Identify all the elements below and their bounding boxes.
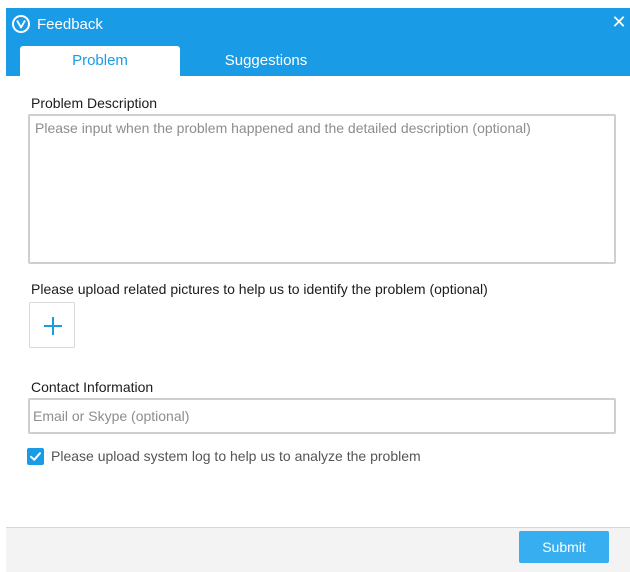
plus-icon <box>44 317 62 335</box>
upload-pictures-label: Please upload related pictures to help u… <box>31 281 488 297</box>
add-picture-button[interactable] <box>29 302 75 348</box>
checkmark-icon <box>30 452 41 461</box>
title-bar: Feedback ✕ Problem Suggestions <box>6 8 630 76</box>
close-icon[interactable]: ✕ <box>610 13 628 31</box>
problem-description-field[interactable] <box>28 114 616 264</box>
window-title: Feedback <box>37 16 103 33</box>
system-log-checkbox[interactable] <box>27 448 44 465</box>
submit-button[interactable]: Submit <box>519 531 609 563</box>
tab-problem[interactable]: Problem <box>20 46 180 76</box>
tab-suggestions[interactable]: Suggestions <box>186 46 346 76</box>
feedback-dialog: Feedback ✕ Problem Suggestions Problem D… <box>6 8 630 572</box>
problem-description-label: Problem Description <box>31 95 158 111</box>
v-logo-icon <box>12 15 30 33</box>
system-log-label: Please upload system log to help us to a… <box>51 448 421 464</box>
contact-field[interactable] <box>28 398 616 434</box>
contact-information-label: Contact Information <box>31 379 154 395</box>
